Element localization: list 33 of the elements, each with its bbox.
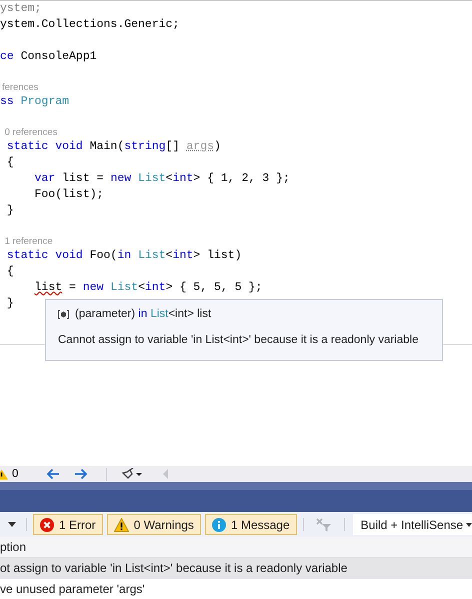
warning-count[interactable]: 0 [12,468,18,480]
code-line: ystem.Collections.Generic; [0,17,180,33]
warning-icon [114,518,129,532]
filter-button[interactable]: 1 Message [204,514,297,535]
forward-arrow-icon[interactable] [74,468,88,480]
code-line: static void Main(string[] args) [6,139,221,155]
code-line: { [6,155,14,171]
code-line: Foo(list); [34,187,104,203]
caret-icon[interactable] [8,522,16,527]
code-line: ce ConsoleApp1 [0,49,97,65]
code-line: var list = new List<int> { 1, 2, 3 }; [34,171,290,187]
filter-button[interactable]: 1 Error [33,514,103,535]
error-list-row[interactable]: ve unused parameter 'args' [0,579,472,599]
error-message: Cannot assign to variable 'in List<int>' because it is a readonly variable [58,334,418,346]
warning-icon [0,468,8,480]
column-header[interactable]: ption [0,540,26,554]
source-dropdown[interactable]: Build + IntelliSense [352,514,472,535]
code-line: ss Program [0,94,70,110]
info-icon [212,518,226,532]
caret-icon [466,522,472,526]
code-line: static void Foo(in List<int> list) [6,248,242,264]
back-arrow-icon[interactable] [46,468,60,480]
signature-text: (parameter) in List<int> list [58,308,212,320]
filter-button[interactable]: 0 Warnings [106,514,201,535]
error-icon [40,518,54,532]
code-line: { [6,264,14,280]
code-line: } [6,203,14,219]
code-line: } [6,296,14,312]
code-line: ystem; [0,1,42,17]
parameter-icon [58,310,69,318]
brush-dropdown-icon[interactable] [121,468,144,480]
code-line: list = new List<int> { 5, 5, 5 }; [34,280,262,296]
error-list-row[interactable]: ot assign to variable 'in List<int>' because it is a readonly variable [0,558,472,579]
